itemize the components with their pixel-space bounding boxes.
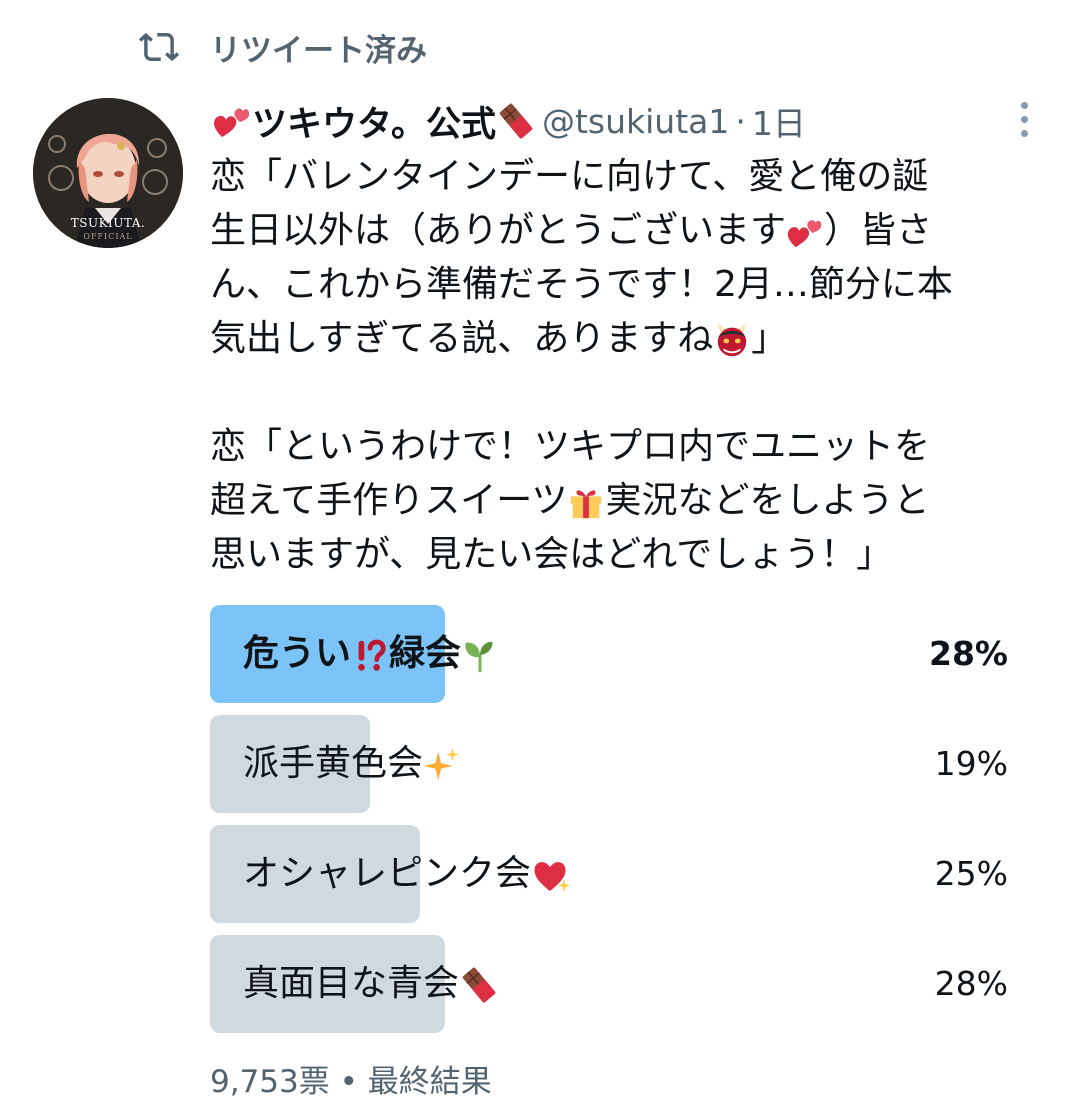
avatar[interactable]: TSUKIUTA. OFFICIAL: [33, 98, 183, 248]
tweet-line: 思いますが、見たい会はどれでしょう！」: [210, 534, 893, 575]
exclamation-question-icon: [358, 639, 386, 671]
poll-footer: 9,753票 • 最終結果: [210, 1064, 492, 1100]
poll-option[interactable]: 派手黄色会 19%: [210, 715, 1010, 813]
sparkles-icon: [423, 747, 460, 781]
tweet-line: 生日以外は（ありがとうございます ）皆さ: [210, 204, 1050, 258]
avatar-brand-text: TSUKIUTA.: [70, 216, 146, 230]
poll-option-percent: 25%: [934, 854, 1008, 893]
poll-option[interactable]: 真面目な青会 28%: [210, 935, 1010, 1033]
tweet-text: 恋「バレンタインデーに向けて、愛と俺の誕 生日以外は（ありがとうございます ）皆さ…: [210, 150, 1050, 582]
chocolate-bar-icon: [462, 967, 496, 1003]
chocolate-bar-icon: [499, 103, 533, 139]
tweet-line-part: ）皆さ: [824, 210, 933, 251]
tweet-line-part: 生日以外は（ありがとうございます: [210, 210, 787, 251]
tweet-line-part: 気出しすぎてる説、ありますね: [210, 318, 714, 359]
two-hearts-icon: [787, 220, 822, 248]
tweet-line: ん、これから準備だそうです！2月…節分に本: [210, 264, 953, 305]
retweet-icon: [138, 32, 180, 62]
sparkling-heart-icon: [534, 862, 571, 892]
more-options-icon[interactable]: [1010, 100, 1038, 140]
poll-option-label: 危うい 緑会: [243, 605, 499, 703]
retweet-label: リツイート済み: [210, 32, 427, 69]
tweet-line-part: 超えて手作りスイーツ: [210, 480, 568, 521]
poll-option-label: オシャレピンク会: [243, 825, 571, 923]
poll-label-part: 緑会: [389, 633, 462, 674]
poll-label-part: 派手黄色会: [243, 743, 424, 784]
retweet-indicator: リツイート済み: [138, 22, 427, 72]
tweet-header: ツキウタ。公式 @tsukiuta1 · 1日: [212, 96, 806, 146]
display-name[interactable]: ツキウタ。公式: [252, 96, 496, 147]
ogre-icon: [717, 322, 748, 357]
gift-icon: [571, 490, 602, 519]
two-hearts-icon: [214, 108, 250, 137]
avatar-sub-text: OFFICIAL: [83, 232, 133, 241]
tweet-line: 恋「というわけで！ツキプロ内でユニットを: [210, 426, 931, 467]
tweet-line: 気出しすぎてる説、ありますね」: [210, 312, 1050, 366]
poll-label-part: オシャレピンク会: [243, 853, 532, 894]
handle[interactable]: @tsukiuta1: [542, 102, 729, 141]
separator-dot: ·: [735, 101, 746, 141]
poll-option[interactable]: 危うい 緑会 28%: [210, 605, 1010, 703]
poll-option-percent: 28%: [929, 634, 1008, 673]
tweet-line-part: 」: [751, 318, 788, 359]
timestamp[interactable]: 1日: [752, 97, 806, 145]
poll-label-part: 真面目な青会: [243, 963, 460, 1004]
tweet-line: 恋「バレンタインデーに向けて、愛と俺の誕: [210, 156, 929, 197]
poll-option[interactable]: オシャレピンク会 25%: [210, 825, 1010, 923]
poll-option-percent: 19%: [934, 744, 1008, 783]
poll-option-label: 派手黄色会: [243, 715, 461, 813]
poll-label-part: 危うい: [243, 633, 352, 674]
tweet-line: 超えて手作りスイーツ 実況などをしようと: [210, 474, 1050, 528]
seedling-icon: [465, 641, 493, 673]
poll-option-label: 真面目な青会: [243, 935, 499, 1033]
poll-option-percent: 28%: [934, 964, 1008, 1003]
tweet-line-part: 実況などをしようと: [605, 480, 930, 521]
poll: 危うい 緑会 28% 派手黄色会 19% オシャレピンク会 25% 真面目な青会 …: [210, 605, 1010, 1045]
